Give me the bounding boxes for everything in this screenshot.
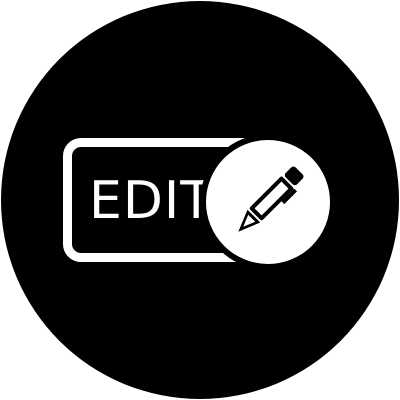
edit-badge: EDIT — [0, 0, 400, 400]
pen-icon — [238, 166, 304, 232]
edit-label: EDIT — [89, 171, 213, 231]
